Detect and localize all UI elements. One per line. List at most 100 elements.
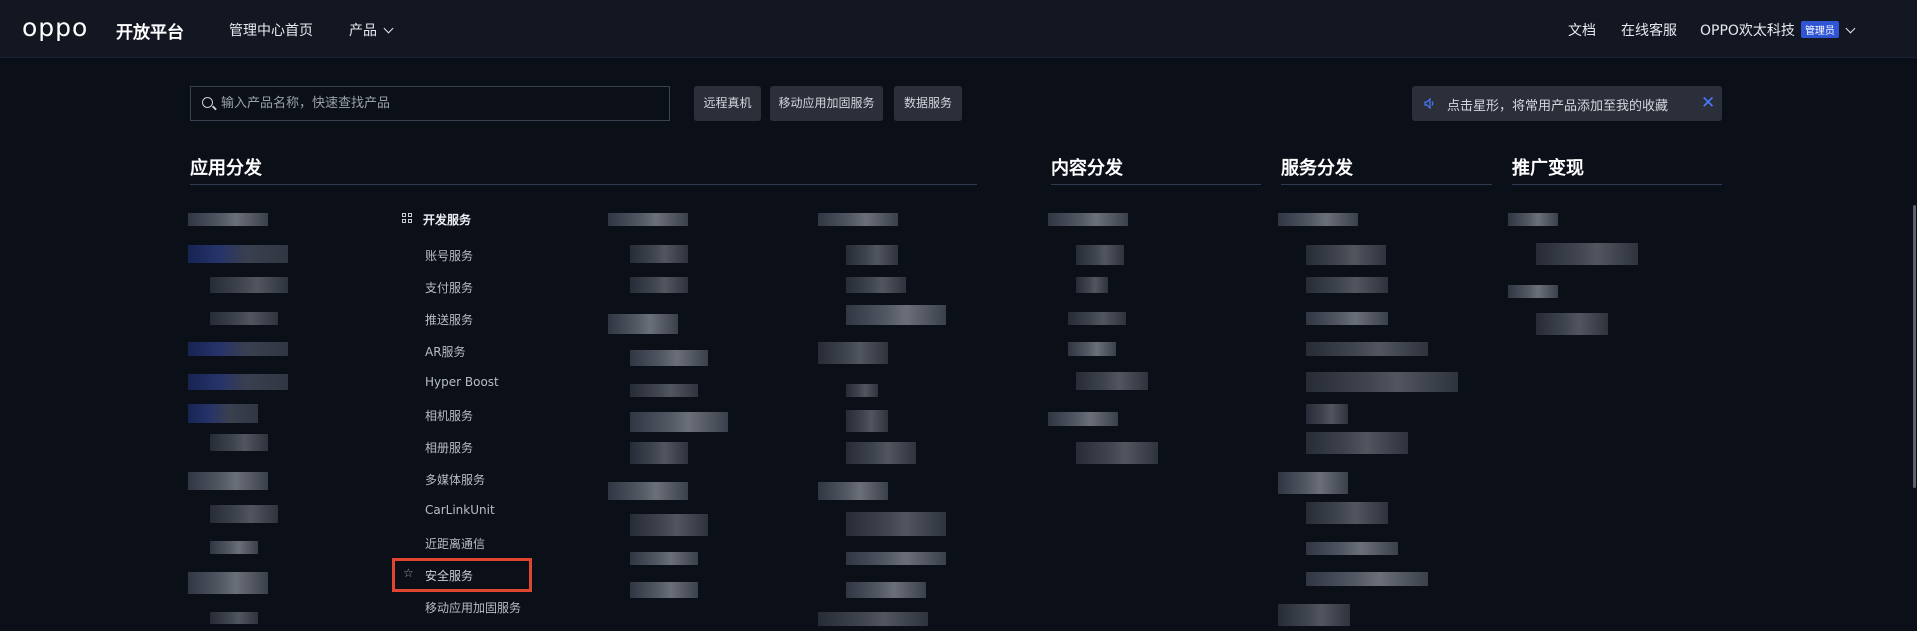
blurred-item bbox=[188, 472, 268, 490]
dev-service-multimedia[interactable]: 多媒体服务 bbox=[425, 471, 485, 488]
account-menu[interactable]: OPPO欢太科技 管理员 bbox=[1700, 20, 1856, 40]
grid-icon bbox=[402, 213, 412, 223]
dev-service-security[interactable]: 安全服务 bbox=[425, 567, 473, 584]
blurred-item bbox=[846, 582, 926, 598]
dev-service-hyper-boost[interactable]: Hyper Boost bbox=[425, 375, 499, 389]
blurred-item bbox=[630, 582, 698, 598]
blurred-item bbox=[1068, 312, 1126, 325]
blurred-item bbox=[846, 277, 906, 293]
blurred-item bbox=[210, 434, 268, 451]
account-name: OPPO欢太科技 bbox=[1700, 23, 1795, 39]
dev-services-heading: 开发服务 bbox=[423, 213, 472, 227]
platform-title[interactable]: 开放平台 bbox=[116, 18, 184, 43]
blurred-item bbox=[846, 512, 946, 536]
blurred-item bbox=[1536, 313, 1608, 335]
favorites-tip-banner: 点击星形，将常用产品添加至我的收藏 ✕ bbox=[1412, 86, 1722, 121]
dev-service-ar[interactable]: AR服务 bbox=[425, 343, 466, 360]
nav-products-menu[interactable]: 产品 bbox=[349, 20, 394, 40]
blurred-item bbox=[1306, 342, 1428, 356]
blurred-item bbox=[1508, 213, 1558, 226]
blurred-item bbox=[818, 342, 888, 364]
blurred-item bbox=[1306, 404, 1348, 424]
blurred-item bbox=[210, 312, 278, 325]
blurred-item bbox=[608, 482, 688, 500]
blurred-item bbox=[846, 442, 916, 464]
blurred-item bbox=[1536, 243, 1638, 265]
product-search-input[interactable] bbox=[221, 87, 661, 120]
blurred-item bbox=[1508, 285, 1558, 298]
blurred-item bbox=[188, 374, 288, 390]
star-icon[interactable]: ☆ bbox=[403, 566, 414, 580]
blurred-item bbox=[1278, 604, 1350, 626]
blurred-item bbox=[1048, 213, 1128, 226]
blurred-item bbox=[608, 213, 688, 226]
oppo-logo[interactable]: oppo bbox=[22, 13, 88, 42]
dev-service-carlinkunit[interactable]: CarLinkUnit bbox=[425, 503, 495, 517]
quick-chip-data-service[interactable]: 数据服务 bbox=[894, 86, 962, 121]
dev-service-app-hardening[interactable]: 移动应用加固服务 bbox=[425, 599, 521, 616]
blurred-item bbox=[1306, 502, 1388, 524]
blurred-item bbox=[846, 305, 946, 325]
blurred-item bbox=[1076, 442, 1158, 464]
nav-products-label: 产品 bbox=[349, 23, 377, 39]
product-search-box[interactable] bbox=[190, 86, 670, 121]
chevron-down-icon bbox=[1845, 23, 1856, 34]
chevron-down-icon bbox=[383, 23, 394, 34]
blurred-item bbox=[818, 482, 888, 500]
blurred-item bbox=[630, 514, 708, 536]
blurred-item bbox=[210, 277, 288, 293]
blurred-item bbox=[210, 505, 278, 523]
blurred-item bbox=[1076, 372, 1148, 390]
dev-service-payment[interactable]: 支付服务 bbox=[425, 279, 473, 296]
nav-online-support[interactable]: 在线客服 bbox=[1621, 20, 1677, 40]
divider bbox=[1512, 184, 1722, 185]
blurred-item bbox=[1306, 277, 1388, 293]
blurred-item bbox=[188, 572, 268, 594]
scrollbar-thumb[interactable] bbox=[1913, 205, 1916, 488]
blurred-item bbox=[846, 410, 888, 432]
blurred-item bbox=[818, 213, 898, 226]
top-bar: oppo 开放平台 管理中心首页 产品 文档 在线客服 OPPO欢太科技 管理员 bbox=[0, 0, 1917, 58]
quick-chip-remote-device[interactable]: 远程真机 bbox=[694, 86, 761, 121]
blurred-item bbox=[210, 541, 258, 554]
dev-service-push[interactable]: 推送服务 bbox=[425, 311, 473, 328]
section-app-distribution: 应用分发 bbox=[190, 158, 262, 179]
blurred-item bbox=[630, 412, 728, 432]
blurred-item bbox=[1068, 342, 1116, 356]
close-icon[interactable]: ✕ bbox=[1701, 93, 1715, 113]
blurred-item bbox=[818, 612, 928, 626]
blurred-item bbox=[188, 404, 258, 423]
blurred-item bbox=[188, 245, 288, 263]
dev-service-account[interactable]: 账号服务 bbox=[425, 247, 473, 264]
divider bbox=[1281, 184, 1492, 185]
blurred-item bbox=[630, 384, 698, 397]
blurred-item bbox=[630, 442, 688, 464]
blurred-item bbox=[630, 277, 688, 293]
nav-docs[interactable]: 文档 bbox=[1568, 20, 1596, 40]
admin-badge: 管理员 bbox=[1800, 21, 1839, 38]
blurred-item bbox=[1076, 277, 1108, 293]
divider bbox=[1051, 184, 1261, 185]
blurred-item bbox=[210, 612, 258, 624]
blurred-item bbox=[846, 552, 946, 565]
blurred-item bbox=[846, 245, 898, 265]
blurred-item bbox=[630, 350, 708, 366]
divider bbox=[190, 184, 977, 185]
blurred-item bbox=[1306, 312, 1388, 325]
blurred-item bbox=[1306, 572, 1428, 586]
section-content-distribution: 内容分发 bbox=[1051, 158, 1123, 179]
quick-chip-app-hardening[interactable]: 移动应用加固服务 bbox=[770, 86, 883, 121]
blurred-item bbox=[1076, 245, 1124, 265]
speaker-icon bbox=[1424, 98, 1434, 109]
blurred-item bbox=[608, 314, 678, 334]
dev-service-camera[interactable]: 相机服务 bbox=[425, 407, 473, 424]
search-icon bbox=[202, 97, 213, 108]
blurred-item bbox=[1306, 372, 1458, 392]
dev-service-album[interactable]: 相册服务 bbox=[425, 439, 473, 456]
nav-management-home[interactable]: 管理中心首页 bbox=[229, 20, 313, 40]
blurred-item bbox=[630, 552, 698, 565]
blurred-item bbox=[1278, 213, 1358, 226]
blurred-item bbox=[846, 384, 878, 397]
blurred-item bbox=[188, 213, 268, 226]
dev-service-nfc[interactable]: 近距离通信 bbox=[425, 535, 485, 552]
